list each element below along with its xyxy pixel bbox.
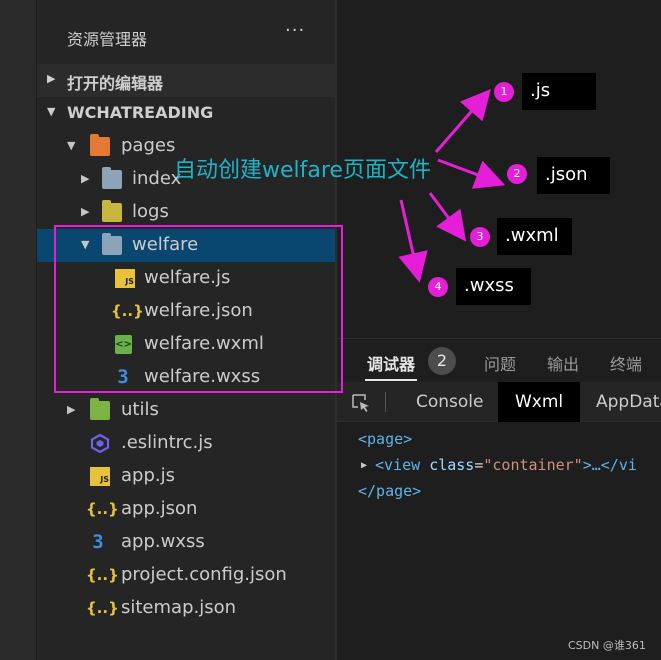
wxss-file-icon: 3 <box>92 531 104 553</box>
tree-file-app-json[interactable]: {..} app.json <box>37 493 335 526</box>
watermark: CSDN @谁361 <box>568 639 646 652</box>
section-open-editors[interactable]: ▶ 打开的编辑器 <box>37 64 335 97</box>
section-project-label: WCHATREADING <box>67 103 214 122</box>
tree-folder-pages[interactable]: ▼ pages <box>37 130 335 163</box>
tab-wxml[interactable]: Wxml <box>498 382 581 422</box>
explorer-title: 资源管理器 <box>67 30 148 49</box>
tab-appdata[interactable]: AppData <box>579 382 661 422</box>
folder-icon <box>90 398 110 420</box>
inspect-element-icon[interactable] <box>351 393 371 413</box>
tab-problems[interactable]: 问题 <box>484 351 516 375</box>
chevron-right-icon: ▶ <box>81 205 90 218</box>
tree-file-app-js[interactable]: JS app.js <box>37 460 335 493</box>
tree-label: .eslintrc.js <box>121 432 213 453</box>
more-actions-icon[interactable]: ··· <box>285 20 305 41</box>
folder-icon <box>102 200 122 222</box>
tab-debugger[interactable]: 调试器 <box>367 351 415 375</box>
tree-label: pages <box>121 135 176 156</box>
folder-open-icon <box>90 134 110 156</box>
devtools-toolbar: Console Wxml AppData <box>337 382 661 422</box>
tree-label: app.json <box>121 498 198 519</box>
wxml-node-view[interactable]: ▶ <view class="container">…</vi <box>361 452 637 478</box>
toolbar-separator <box>385 392 386 412</box>
active-tab-underline <box>365 379 417 381</box>
folder-icon <box>102 167 122 189</box>
eslint-icon <box>90 434 110 453</box>
tree-folder-utils[interactable]: ▶ utils <box>37 394 335 427</box>
tree-file-sitemap[interactable]: {..} sitemap.json <box>37 592 335 625</box>
tree-label: sitemap.json <box>121 597 237 618</box>
tree-label: utils <box>121 399 159 420</box>
tree-label: app.wxss <box>121 531 205 552</box>
chevron-right-icon: ▶ <box>81 172 90 185</box>
chevron-right-icon: ▶ <box>67 403 76 416</box>
tree-file-eslintrc[interactable]: .eslintrc.js <box>37 427 335 460</box>
tree-label: index <box>132 168 182 189</box>
tree-label: logs <box>132 201 169 222</box>
section-open-editors-label: 打开的编辑器 <box>67 74 164 93</box>
tab-output[interactable]: 输出 <box>547 351 579 375</box>
tree-label: project.config.json <box>121 564 287 585</box>
chevron-right-icon: ▶ <box>47 72 56 85</box>
tree-file-app-wxss[interactable]: 3 app.wxss <box>37 526 335 559</box>
debugger-panel-tabs: 调试器 2 问题 输出 终端 <box>337 338 661 382</box>
highlight-box-welfare <box>54 225 343 393</box>
activity-bar <box>0 0 37 660</box>
expand-triangle-icon[interactable]: ▶ <box>361 453 367 479</box>
chevron-down-icon: ▼ <box>47 105 56 118</box>
wxml-node-page-close[interactable]: </page> <box>358 478 421 504</box>
chevron-down-icon: ▼ <box>67 139 76 152</box>
tree-label: app.js <box>121 465 175 486</box>
tree-file-project-config[interactable]: {..} project.config.json <box>37 559 335 592</box>
debugger-count-badge: 2 <box>428 347 456 375</box>
js-file-icon: JS <box>90 467 110 486</box>
tree-folder-index[interactable]: ▶ index <box>37 163 335 196</box>
json-file-icon: {..} <box>86 599 119 617</box>
section-project[interactable]: ▼ WCHATREADING <box>37 97 335 130</box>
editor-area <box>337 0 661 660</box>
tab-terminal[interactable]: 终端 <box>610 351 642 375</box>
tab-console[interactable]: Console <box>399 382 501 422</box>
wxml-node-page-open[interactable]: <page> <box>358 426 412 452</box>
json-file-icon: {..} <box>86 566 119 584</box>
json-file-icon: {..} <box>86 500 119 518</box>
